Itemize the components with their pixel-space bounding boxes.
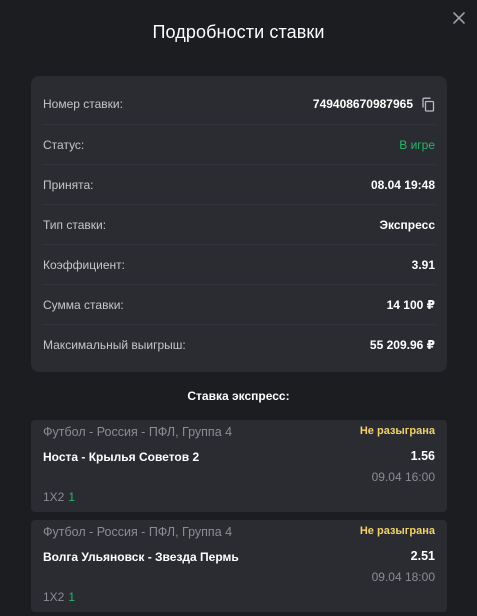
- accepted-value: 08.04 19:48: [370, 177, 435, 192]
- bet-details-modal: Подробности ставки Номер ставки: 7494086…: [0, 0, 477, 616]
- event-market-name: 1X2: [43, 590, 65, 604]
- detail-row-stake: Сумма ставки: 14 100 ₽: [43, 284, 435, 324]
- detail-row-status: Статус: В игре: [43, 124, 435, 164]
- detail-row-coefficient: Коэффициент: 3.91: [43, 244, 435, 284]
- event-teams: Носта - Крылья Советов 2: [43, 450, 200, 464]
- coefficient-value: 3.91: [411, 257, 435, 272]
- bet-number-value: 749408670987965: [313, 97, 435, 112]
- max-win-value: 55 209.96 ₽: [369, 337, 435, 352]
- event-status-badge: Не разыграна: [359, 425, 435, 437]
- event-market: 1X2 1: [43, 490, 75, 504]
- event-market-name: 1X2: [43, 490, 65, 504]
- detail-label: Максимальный выигрыш:: [43, 337, 186, 352]
- event-outcome: 1: [68, 590, 76, 604]
- bet-details-card: Номер ставки: 749408670987965 Статус: В …: [31, 76, 447, 372]
- detail-row-accepted: Принята: 08.04 19:48: [43, 164, 435, 204]
- bet-number-text[interactable]: 749408670987965: [313, 97, 413, 111]
- detail-label: Статус:: [43, 137, 85, 152]
- detail-row-bet-type: Тип ставки: Экспресс: [43, 204, 435, 244]
- event-odds: 1.56: [410, 449, 435, 463]
- detail-label: Принята:: [43, 177, 94, 192]
- detail-label: Номер ставки:: [43, 97, 123, 111]
- status-value: В игре: [399, 137, 435, 152]
- detail-label: Сумма ставки:: [43, 297, 124, 312]
- event-league: Футбол - Россия - ПФЛ, Группа 4: [43, 525, 233, 539]
- detail-label: Тип ставки:: [43, 217, 107, 232]
- modal-title: Подробности ставки: [152, 22, 325, 42]
- event-status-badge: Не разыграна: [359, 525, 435, 537]
- detail-label: Коэффициент:: [43, 257, 125, 272]
- event-teams: Волга Ульяновск - Звезда Пермь: [43, 550, 239, 564]
- event-card[interactable]: Футбол - Россия - ПФЛ, Группа 4 Не разыг…: [31, 520, 447, 612]
- event-outcome: 1: [68, 490, 76, 504]
- event-odds: 2.51: [410, 549, 435, 563]
- stake-value: 14 100 ₽: [386, 297, 435, 312]
- detail-row-bet-number: Номер ставки: 749408670987965: [43, 84, 435, 124]
- event-datetime: 09.04 16:00: [371, 470, 435, 484]
- event-market: 1X2 1: [43, 590, 75, 604]
- copy-icon[interactable]: [421, 97, 435, 112]
- event-league: Футбол - Россия - ПФЛ, Группа 4: [43, 425, 233, 439]
- detail-row-max-win: Максимальный выигрыш: 55 209.96 ₽: [43, 324, 435, 364]
- event-card[interactable]: Футбол - Россия - ПФЛ, Группа 4 Не разыг…: [31, 420, 447, 512]
- event-datetime: 09.04 18:00: [371, 570, 435, 584]
- express-section-title: Ставка экспресс:: [187, 389, 290, 403]
- bet-type-value: Экспресс: [379, 217, 436, 232]
